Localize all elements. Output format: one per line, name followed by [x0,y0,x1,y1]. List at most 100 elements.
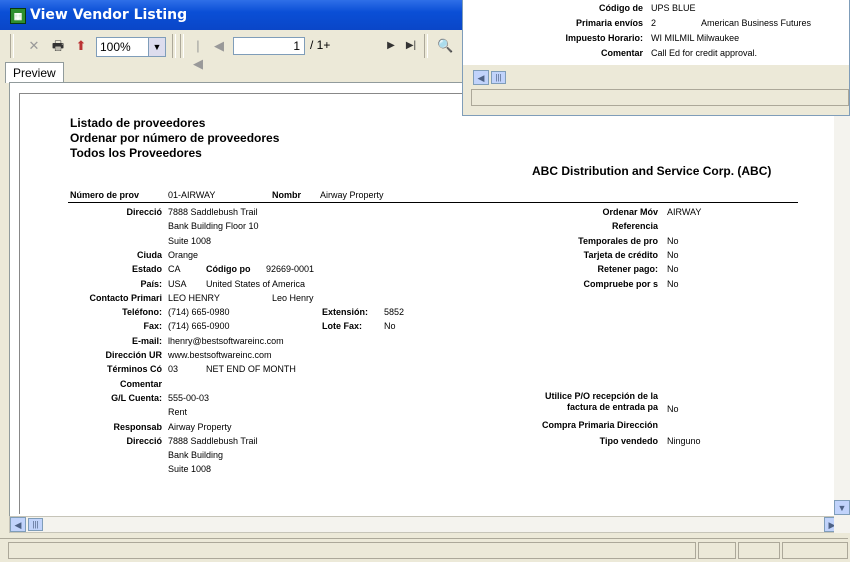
field-label: Referencia [611,221,658,231]
scroll-thumb[interactable]: ||| [491,71,506,84]
field-value: LEO HENRY [168,293,220,303]
field-extra-value: NET END OF MONTH [206,364,296,374]
field-value: USA [168,279,187,289]
popup-status-panel [471,89,849,106]
field-label: Temporales de pro [578,236,658,246]
field-value: Bank Building Floor 10 [168,221,259,231]
field-value: No [667,279,679,289]
vendor-type-label: Tipo vendedo [599,436,658,446]
field-value: Suite 1008 [168,236,212,246]
field-value: Bank Building [168,450,224,460]
field-label: E-mail: [131,336,162,346]
field-label: Estado [131,264,162,274]
report-subtitle: Ordenar por número de proveedores [70,131,280,145]
report-app-icon: ▦ [10,8,26,24]
report-preview-area: Listado de proveedores Ordenar por númer… [9,82,843,518]
first-page-icon[interactable]: |◀ [192,37,204,71]
field-label: Términos Có [106,364,162,374]
field-extra-value: No [384,321,396,331]
field-label: Teléfono: [122,307,162,317]
field-extra-value: United States of America [206,279,306,289]
zoom-select[interactable]: 100% ▼ [96,37,166,57]
popup-field-label: Primaria envíos [575,18,643,28]
vendor-name-label: Nombr [272,190,301,200]
field-value: lhenry@bestsoftwareinc.com [168,336,284,346]
field-label: País: [140,279,162,289]
next-page-icon[interactable]: ▶ [385,37,397,55]
field-label: Tarjeta de crédito [583,250,658,260]
field-extra-label: Código po [206,264,251,274]
po-receipt-value: No [667,404,679,414]
search-binoculars-icon[interactable]: 🔍 [437,37,453,55]
last-page-icon[interactable]: ▶| [404,37,418,55]
header-rule [68,202,798,203]
field-value: (714) 665-0900 [168,321,230,331]
vendor-detail-popup: Código de UPS BLUE Primaria envíos 2 America… [462,0,850,116]
popup-field-extra: American Business Futures [701,18,812,28]
field-value: 7888 Saddlebush Trail [168,436,258,446]
field-label: Comentar [119,379,162,389]
report-filter: Todos los Proveedores [70,146,202,160]
page-total: / 1+ [310,38,331,52]
field-value: Airway Property [168,422,232,432]
field-value: Rent [168,407,188,417]
field-value: 7888 Saddlebush Trail [168,207,258,217]
vendor-number: 01-AIRWAY [168,190,216,200]
company-name: ABC Distribution and Service Corp. (ABC) [532,164,772,178]
popup-field-value: WI MILMIL Milwaukee [651,33,740,43]
toolbar: ✕ 🖶 ⬆ 100% ▼ |◀ ◀ 1 / 1+ ▶ ▶| 🔍 [0,30,470,71]
prev-page-icon[interactable]: ◀ [213,37,225,55]
print-icon[interactable]: 🖶 [50,37,66,55]
tab-preview[interactable]: Preview [5,62,64,83]
field-value: 03 [168,364,179,374]
scroll-left-icon[interactable]: ◀ [473,70,489,85]
field-value: No [667,236,679,246]
field-extra-value: 92669-0001 [266,264,315,274]
field-value: AIRWAY [667,207,702,217]
status-panel [738,542,780,559]
popup-field-value: Call Ed for credit approval. [651,48,758,58]
scroll-down-icon[interactable]: ▼ [834,500,850,515]
field-value: No [667,250,679,260]
toolbar-separator [180,34,184,58]
field-extra-value: Leo Henry [272,293,314,303]
popup-field-label: Código de [599,3,643,13]
vendor-listing-window: ▦ View Vendor Listing ✕ 🖶 ⬆ 100% ▼ |◀ ◀ … [0,0,850,562]
po-receipt-label-2: factura de entrada pa [566,402,658,412]
field-label: Fax: [143,321,162,331]
export-icon[interactable]: ⬆ [73,37,89,55]
po-receipt-label: Utilice P/O recepción de la [544,391,658,401]
chevron-down-icon[interactable]: ▼ [148,38,165,56]
field-label: Compruebe por s [583,279,658,289]
field-value: (714) 665-0980 [168,307,230,317]
vendor-name: Airway Property [320,190,384,200]
field-extra-value: 5852 [384,307,405,317]
field-value: 555-00-03 [168,393,210,403]
field-label: Responsab [113,422,162,432]
toolbar-separator [10,34,14,58]
field-label: Contacto Primari [89,293,162,303]
field-extra-label: Lote Fax: [322,321,363,331]
status-panel [698,542,736,559]
toolbar-separator [424,34,428,58]
scroll-left-icon[interactable]: ◀ [10,517,26,532]
field-value: CA [168,264,181,274]
close-report-icon[interactable]: ✕ [26,37,42,55]
scroll-thumb[interactable]: ||| [28,518,43,531]
field-extra-label: Extensión: [322,307,369,317]
title-bar: ▦ View Vendor Listing [0,0,470,30]
status-bar [0,538,848,562]
popup-field-value: 2 [651,18,657,28]
zoom-value: 100% [100,40,131,54]
field-label: Ordenar Móv [602,207,658,217]
page-number-input[interactable]: 1 [233,37,305,55]
horizontal-scrollbar[interactable]: ◀ ||| ▶ [9,516,841,533]
vendor-type-value: Ninguno [667,436,701,446]
popup-field-label: Impuesto Horario: [565,33,643,43]
toolbar-separator [172,34,176,58]
primary-purchase-address-label: Compra Primaria Dirección [541,420,658,430]
field-value: www.bestsoftwareinc.com [168,350,272,360]
field-value: No [667,264,679,274]
popup-field-label: Comentar [600,48,643,58]
window-title: View Vendor Listing [30,7,188,23]
